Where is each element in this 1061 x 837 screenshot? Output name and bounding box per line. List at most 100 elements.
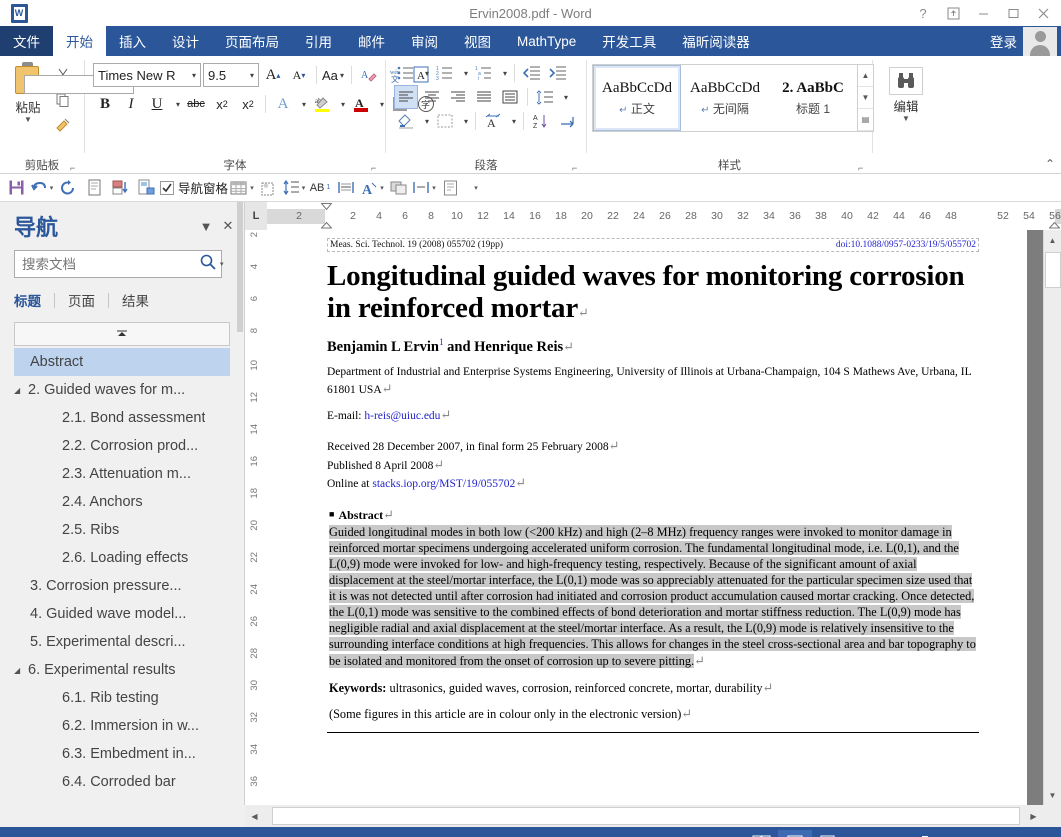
page-canvas[interactable]: Meas. Sci. Technol. 19 (2008) 055702 (19… [267, 230, 1043, 805]
line-spacing-caret[interactable]: ▾ [302, 184, 306, 192]
abstract-text[interactable]: Guided longitudinal modes in both low (<… [327, 525, 979, 670]
scroll-left-icon[interactable]: ◀ [245, 806, 264, 826]
superscript-button[interactable]: x2 [236, 92, 260, 116]
nav-scroll-up-button[interactable] [14, 322, 230, 346]
nav-heading-6-2[interactable]: 6.2. Immersion in w... [14, 712, 230, 740]
search-input[interactable] [22, 256, 199, 272]
nav-heading-6[interactable]: ◢ 6. Experimental results [14, 656, 230, 684]
nav-heading-6-1[interactable]: 6.1. Rib testing [14, 684, 230, 712]
strikethrough-button[interactable]: abc [184, 92, 208, 116]
nav-heading-4[interactable]: 4. Guided wave model... [14, 600, 230, 628]
ribbon-tab-home[interactable]: 开始 [53, 26, 106, 56]
text-effects-caret[interactable]: ▾ [297, 92, 308, 116]
justify-button[interactable] [472, 85, 496, 109]
text-effects-icon[interactable]: A ▾ [360, 176, 384, 200]
nav-heading-2-2[interactable]: 2.2. Corrosion prod... [14, 432, 230, 460]
vertical-scroll-thumb[interactable] [1045, 252, 1061, 288]
shrink-font-button[interactable]: A ▾ [287, 63, 311, 87]
maximize-icon[interactable] [999, 1, 1027, 25]
watermark-icon[interactable]: ※ [256, 176, 280, 200]
vertical-ruler[interactable]: 2 4 6 8 10 12 14 16 18 20 22 24 26 28 30… [245, 230, 267, 805]
text-effects-caret[interactable]: ▾ [380, 184, 384, 192]
scroll-right-icon[interactable]: ▶ [1024, 806, 1043, 826]
document-page[interactable]: Meas. Sci. Technol. 19 (2008) 055702 (19… [267, 230, 1027, 805]
document-vertical-scrollbar[interactable]: ▲ ▼ [1043, 230, 1061, 805]
paste-button[interactable]: 粘贴 ▼ [5, 60, 134, 124]
style-item-normal[interactable]: AaBbCcDd ↵ 正文 [593, 65, 681, 131]
collapse-ribbon-icon[interactable]: ⌃ [1045, 157, 1055, 171]
grow-font-button[interactable]: A ▴ [261, 63, 285, 87]
page-number-status[interactable]: 第 2 页，共 24 页 [6, 834, 131, 837]
online-link[interactable]: stacks.iop.org/MST/19/055702 [372, 478, 515, 490]
insert-below-icon[interactable] [108, 176, 132, 200]
page-width-icon[interactable] [334, 176, 358, 200]
bold-button[interactable]: B [93, 92, 117, 116]
bullets-icon[interactable] [394, 61, 418, 85]
scroll-up-icon[interactable]: ▲ [1043, 230, 1061, 250]
format-painter-icon[interactable] [51, 114, 75, 136]
style-gallery-more-icon[interactable]: ▤ [858, 109, 873, 131]
close-icon[interactable] [1029, 1, 1057, 25]
borders-icon[interactable] [433, 109, 457, 133]
nav-heading-3[interactable]: 3. Corrosion pressure... [14, 572, 230, 600]
ribbon-tab-mailings[interactable]: 邮件 [345, 26, 398, 56]
highlight-caret[interactable]: ▾ [336, 92, 347, 116]
first-line-indent-marker[interactable] [320, 202, 333, 212]
bullets-caret[interactable]: ▾ [420, 61, 431, 85]
underline-button[interactable]: U [145, 92, 169, 116]
search-icon[interactable] [199, 253, 217, 276]
navigation-pane-scrollbar[interactable] [236, 202, 244, 805]
table-caret[interactable]: ▾ [250, 184, 254, 192]
numbering-caret[interactable]: ▾ [459, 61, 470, 85]
nav-tab-results[interactable]: 结果 [109, 290, 162, 310]
print-layout-view-button[interactable] [778, 830, 813, 837]
expand-triangle-icon[interactable]: ◢ [14, 386, 28, 395]
font-dialog-launcher[interactable]: ⌐ [371, 163, 381, 173]
paragraph-dialog-launcher[interactable]: ⌐ [572, 163, 582, 173]
web-layout-view-button[interactable] [812, 830, 846, 837]
ribbon-tab-foxit-reader[interactable]: 福昕阅读器 [669, 26, 763, 56]
nav-heading-6-4[interactable]: 6.4. Corroded bar [14, 768, 230, 796]
navigation-pane-checkbox[interactable]: 导航窗格 [160, 176, 228, 200]
spacing-caret[interactable]: ▾ [432, 184, 436, 192]
editing-dropdown-caret[interactable]: ▼ [902, 115, 910, 123]
nav-tab-pages[interactable]: 页面 [55, 290, 108, 310]
read-mode-view-button[interactable] [744, 830, 778, 837]
ribbon-tab-page-layout[interactable]: 页面布局 [212, 26, 292, 56]
ribbon-tab-design[interactable]: 设计 [159, 26, 212, 56]
italic-button[interactable]: I [119, 92, 143, 116]
superscript-ab-icon[interactable]: AB 1 [308, 176, 332, 200]
distributed-button[interactable] [498, 85, 522, 109]
nav-heading-2-6[interactable]: 2.6. Loading effects [14, 544, 230, 572]
underline-dropdown-caret[interactable]: ▾ [171, 92, 182, 116]
nav-heading-2-4[interactable]: 2.4. Anchors [14, 488, 230, 516]
scroll-down-icon[interactable]: ▼ [1043, 785, 1061, 805]
align-center-button[interactable] [420, 85, 444, 109]
align-right-button[interactable] [446, 85, 470, 109]
style-scroll-up-icon[interactable]: ▲ [858, 65, 873, 87]
undo-caret[interactable]: ▾ [50, 184, 54, 192]
word-count-status[interactable]: 163/12587 个字 [131, 834, 246, 837]
ribbon-tab-review[interactable]: 审阅 [398, 26, 451, 56]
sort-icon[interactable]: AZ [529, 109, 553, 133]
search-options-caret[interactable]: ▾ [220, 260, 224, 268]
ribbon-tab-mathtype[interactable]: MathType [504, 26, 589, 56]
style-item-no-spacing[interactable]: AaBbCcDd ↵ 无间隔 [681, 65, 769, 131]
nav-heading-5[interactable]: 5. Experimental descri... [14, 628, 230, 656]
chevron-down-icon[interactable]: ▼ [198, 219, 214, 234]
text-effects-icon[interactable]: A [271, 92, 295, 116]
paste-dropdown-caret[interactable]: ▼ [24, 116, 32, 124]
font-size-combobox[interactable]: 9.5 ▾ [203, 63, 259, 87]
redo-refresh-icon[interactable] [56, 176, 80, 200]
horizontal-scroll-track[interactable] [264, 806, 1024, 826]
horizontal-scroll-thumb[interactable] [272, 807, 1020, 825]
ribbon-tab-view[interactable]: 视图 [451, 26, 504, 56]
numbering-icon[interactable]: 123 [433, 61, 457, 85]
clipboard-dialog-launcher[interactable]: ⌐ [70, 163, 80, 173]
picture-tools-icon[interactable] [386, 176, 410, 200]
subscript-button[interactable]: x2 [210, 92, 234, 116]
expand-triangle-icon[interactable]: ◢ [14, 666, 28, 675]
font-color-caret[interactable]: ▾ [375, 92, 386, 116]
shading-caret[interactable]: ▾ [420, 109, 431, 133]
show-formatting-marks-icon[interactable] [555, 109, 579, 133]
